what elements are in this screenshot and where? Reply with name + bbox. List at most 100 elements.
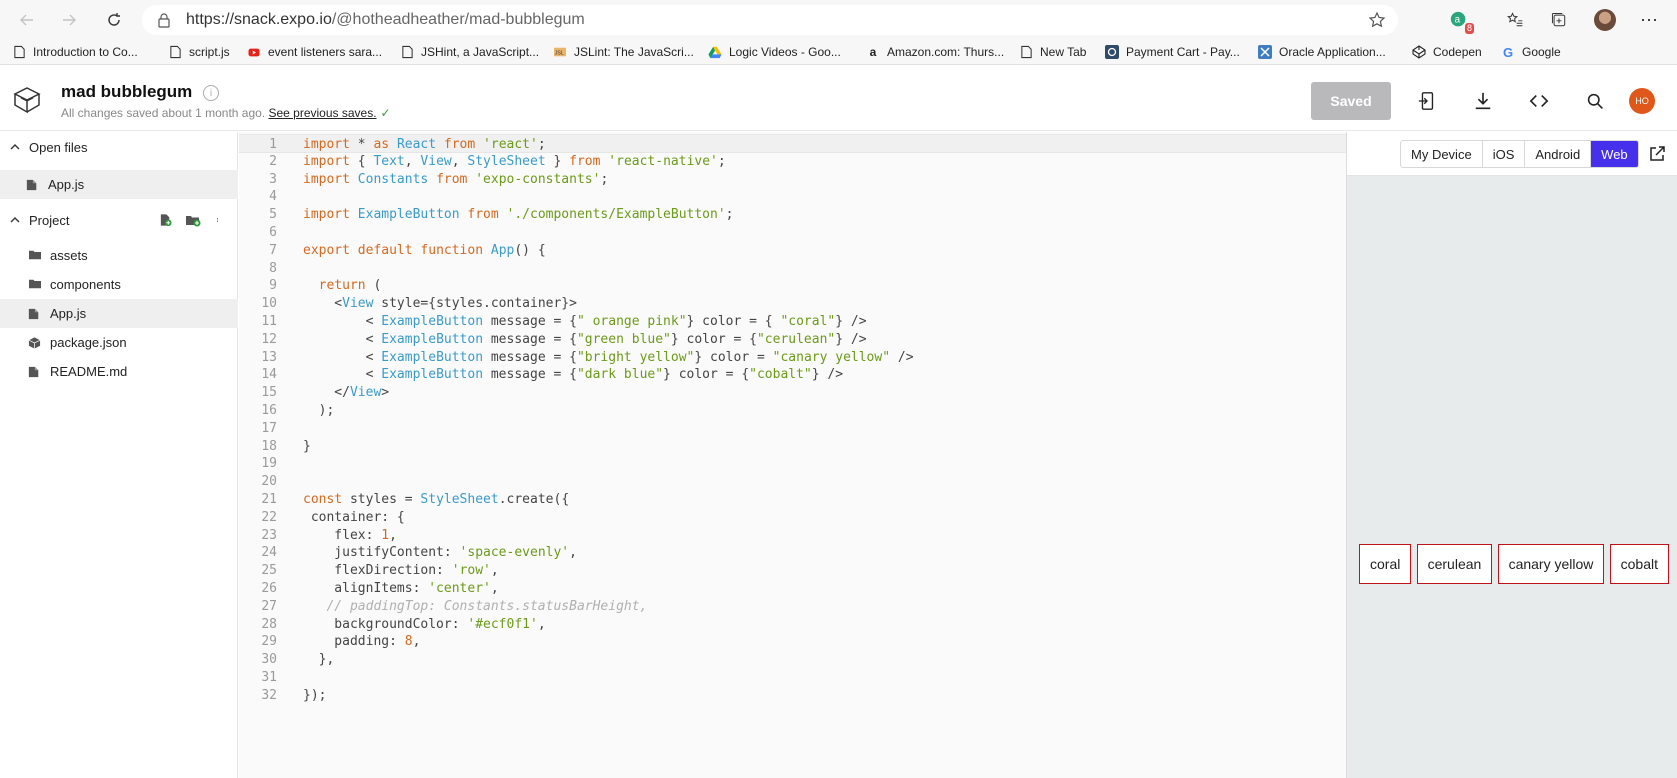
package-icon xyxy=(28,336,42,350)
open-on-device-button[interactable] xyxy=(1416,90,1438,112)
open-files-header[interactable]: Open files xyxy=(0,134,238,160)
bookmark-item[interactable]: JSHint, a JavaScript... xyxy=(400,43,539,61)
back-button[interactable] xyxy=(15,8,39,32)
line-number: 26 xyxy=(261,581,277,596)
project-item-readme[interactable]: README.md xyxy=(0,357,238,386)
line-number: 21 xyxy=(261,492,277,507)
line-number: 6 xyxy=(269,225,277,240)
code-editor[interactable]: 1 import * as React from 'react'; 2 import … xyxy=(239,132,1346,778)
search-button[interactable] xyxy=(1584,90,1606,112)
more-options-icon[interactable]: ⋯ xyxy=(1638,9,1660,31)
address-bar[interactable]: https://snack.expo.io/@hotheadheather/ma… xyxy=(142,5,1398,35)
code-text: }); xyxy=(303,687,327,703)
bookmark-item[interactable]: Codepen xyxy=(1412,43,1482,61)
page-icon xyxy=(168,45,182,59)
project-item-package-json[interactable]: package.json xyxy=(0,328,238,357)
bookmark-item[interactable]: Introduction to Co... xyxy=(12,43,138,61)
profile-avatar xyxy=(1594,9,1616,31)
reload-button[interactable] xyxy=(102,8,126,32)
star-icon[interactable] xyxy=(1368,11,1386,29)
bookmark-item[interactable]: Payment Cart - Pay... xyxy=(1105,43,1240,61)
project-label: Project xyxy=(29,212,70,228)
tab-ios[interactable]: iOS xyxy=(1483,141,1526,167)
expo-snack-logo[interactable] xyxy=(12,86,42,114)
line-number: 28 xyxy=(261,616,277,632)
new-file-icon[interactable] xyxy=(157,212,173,228)
code-line: 17 xyxy=(239,419,1346,438)
more-vertical-icon[interactable] xyxy=(211,212,227,228)
profile-button[interactable] xyxy=(1594,9,1616,31)
code-text: export default function App() { xyxy=(303,242,546,258)
project-item-components[interactable]: components xyxy=(0,270,238,299)
code-text: ); xyxy=(303,403,335,418)
saved-button[interactable]: Saved xyxy=(1311,82,1391,120)
embed-button[interactable] xyxy=(1528,90,1550,112)
code-line: 22 container: { xyxy=(239,508,1346,527)
code-text: }, xyxy=(303,652,335,668)
js-file-icon xyxy=(26,178,40,192)
project-title[interactable]: mad bubblegum xyxy=(61,82,192,102)
bookmark-item[interactable]: G Google xyxy=(1501,43,1561,61)
bookmark-item[interactable]: JSL JSLint: The JavaScri... xyxy=(553,43,694,61)
project-item-assets[interactable]: assets xyxy=(0,241,238,270)
reload-icon xyxy=(108,13,120,26)
line-number: 20 xyxy=(261,474,277,490)
bookmark-item[interactable]: Logic Videos - Goo... xyxy=(708,43,841,61)
code-line: 28 backgroundColor: '#ecf0f1', xyxy=(239,615,1346,634)
browser-toolbar: https://snack.expo.io/@hotheadheather/ma… xyxy=(0,0,1677,40)
project-item-app-js[interactable]: App.js xyxy=(0,299,238,328)
open-file-item[interactable]: App.js xyxy=(0,170,238,199)
code-line: 3 import Constants from 'expo-constants'; xyxy=(239,170,1346,189)
line-number: 2 xyxy=(269,153,277,169)
example-button-canary-yellow[interactable]: canary yellow xyxy=(1497,544,1605,584)
download-button[interactable] xyxy=(1472,90,1494,112)
open-files-label: Open files xyxy=(29,139,88,155)
project-item-label: README.md xyxy=(50,364,128,379)
amazon-icon: a xyxy=(869,45,877,59)
arrow-right-icon xyxy=(63,14,76,26)
example-button-cerulean[interactable]: cerulean xyxy=(1416,544,1493,584)
code-line: 21 const styles = StyleSheet.create({ xyxy=(239,490,1346,509)
line-number: 22 xyxy=(261,509,277,525)
tab-web[interactable]: Web xyxy=(1591,141,1638,167)
open-in-new-window-icon[interactable] xyxy=(1648,145,1666,163)
example-button-coral[interactable]: coral xyxy=(1359,544,1412,584)
code-text: alignItems: 'center', xyxy=(303,581,499,596)
code-line: 2 import { Text, View, StyleSheet } from … xyxy=(239,152,1346,171)
bookmark-item[interactable]: a Amazon.com: Thurs... xyxy=(866,43,1005,61)
bookmark-item[interactable]: Oracle Application... xyxy=(1258,43,1386,61)
line-number: 8 xyxy=(269,260,277,276)
app-header: mad bubblegum i All changes saved about … xyxy=(0,66,1677,131)
save-status: All changes saved about 1 month ago. See… xyxy=(61,106,391,120)
code-text: backgroundColor: '#ecf0f1', xyxy=(303,616,546,632)
line-number: 29 xyxy=(261,634,277,650)
code-text: padding: 8, xyxy=(303,634,421,650)
code-text: import ExampleButton from './components/… xyxy=(303,207,734,223)
url-path: /@hotheadheather/mad-bubblegum xyxy=(331,11,585,28)
bookmark-item[interactable]: event listeners sara... xyxy=(247,43,382,61)
user-avatar[interactable]: HO xyxy=(1629,88,1655,114)
favorites-button[interactable] xyxy=(1504,9,1526,31)
extension-button[interactable]: a 8 xyxy=(1448,9,1474,34)
info-icon[interactable]: i xyxy=(203,85,219,101)
bookmark-item[interactable]: script.js xyxy=(168,43,230,61)
code-line: 6 xyxy=(239,223,1346,242)
new-folder-icon[interactable] xyxy=(185,212,201,228)
code-icon xyxy=(1529,94,1549,108)
tab-my-device[interactable]: My Device xyxy=(1401,141,1483,167)
previous-saves-link[interactable]: See previous saves. xyxy=(268,106,376,120)
example-button-cobalt[interactable]: cobalt xyxy=(1609,544,1669,584)
svg-text:a: a xyxy=(1454,15,1460,26)
code-text: import { Text, View, StyleSheet } from '… xyxy=(303,153,726,169)
code-line: 30 }, xyxy=(239,650,1346,669)
bookmark-label: Amazon.com: Thurs... xyxy=(887,45,1005,59)
bookmarks-bar: Introduction to Co... script.js event li… xyxy=(0,40,1677,65)
code-line: 5 import ExampleButton from './components… xyxy=(239,205,1346,224)
url-host: https://snack.expo.io xyxy=(186,11,332,28)
tab-android[interactable]: Android xyxy=(1525,141,1592,167)
forward-button[interactable] xyxy=(57,8,81,32)
collections-button[interactable] xyxy=(1548,9,1570,31)
chevron-up-icon xyxy=(10,144,20,150)
save-status-text: All changes saved about 1 month ago. xyxy=(61,106,266,120)
bookmark-item[interactable]: New Tab xyxy=(1019,43,1086,61)
